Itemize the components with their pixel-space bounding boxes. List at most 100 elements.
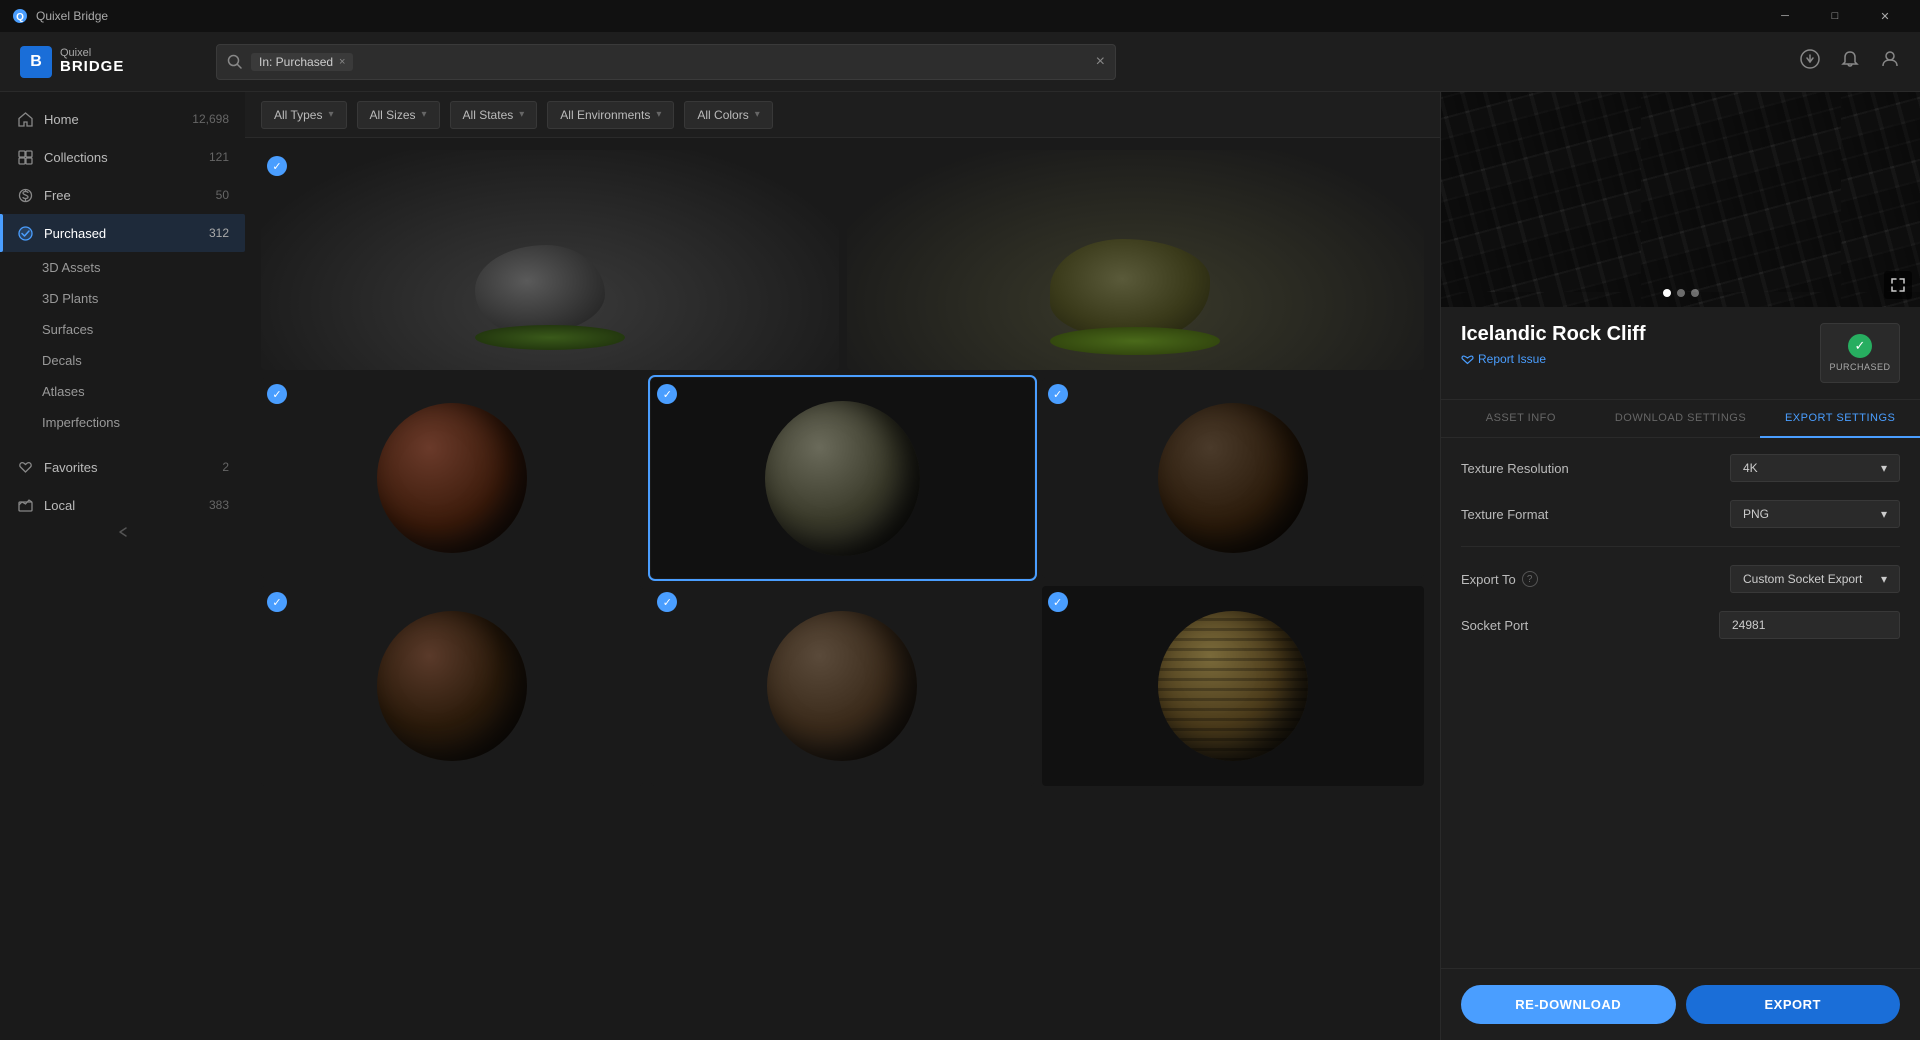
logo-bridge: BRIDGE [60, 59, 124, 76]
texture-format-select[interactable]: PNG ▾ [1730, 500, 1900, 528]
check-badge-1: ✓ [267, 156, 287, 176]
texture-resolution-select[interactable]: 4K ▾ [1730, 454, 1900, 482]
grid-item-5[interactable]: ✓ [1042, 378, 1424, 578]
user-icon[interactable] [1880, 49, 1900, 74]
grid-item-3[interactable]: ✓ [261, 378, 643, 578]
body: Home 12,698 Collections 121 [0, 92, 1920, 1040]
tab-asset-info[interactable]: ASSET INFO [1441, 400, 1601, 437]
export-to-select[interactable]: Custom Socket Export ▾ [1730, 565, 1900, 593]
sidebar-sub-decals[interactable]: Decals [0, 345, 245, 376]
socket-port-input[interactable] [1719, 611, 1900, 639]
chevron-down-icon: ▾ [1881, 572, 1887, 586]
home-label: Home [44, 112, 192, 127]
grid-item-7[interactable]: ✓ [651, 586, 1033, 786]
sidebar-sub-atlases[interactable]: Atlases [0, 376, 245, 407]
asset-title-section: Icelandic Rock Cliff Report Issue [1461, 323, 1646, 366]
search-clear-button[interactable]: × [1096, 53, 1105, 71]
check-badge-6: ✓ [267, 592, 287, 612]
grid-item-4[interactable]: ✓ [651, 378, 1033, 578]
logo-text: Quixel BRIDGE [60, 47, 124, 76]
filters-bar: All Types ▾ All Sizes ▾ All States ▾ All… [245, 92, 1440, 138]
filter-colors[interactable]: All Colors ▾ [684, 101, 772, 129]
search-icon [227, 54, 243, 70]
grid-item-2[interactable] [847, 150, 1425, 370]
sidebar-sub-surfaces[interactable]: Surfaces [0, 314, 245, 345]
tab-export-settings[interactable]: EXPORT SETTINGS [1760, 400, 1920, 438]
home-icon [16, 110, 34, 128]
download-icon[interactable] [1800, 49, 1820, 74]
asset-grid: ✓ [245, 138, 1440, 1040]
collections-icon [16, 148, 34, 166]
close-button[interactable]: ✕ [1862, 0, 1908, 32]
maximize-button[interactable]: □ [1812, 0, 1858, 32]
texture-resolution-label: Texture Resolution [1461, 461, 1569, 476]
chevron-down-icon: ▾ [422, 109, 427, 120]
local-count: 383 [209, 498, 229, 512]
chevron-down-icon: ▾ [656, 109, 661, 120]
sidebar-sub-imperfections[interactable]: Imperfections [0, 407, 245, 438]
svg-text:Q: Q [16, 12, 24, 23]
filter-types[interactable]: All Types ▾ [261, 101, 347, 129]
right-panel: Icelandic Rock Cliff Report Issue ✓ PURC… [1440, 92, 1920, 1040]
favorites-count: 2 [222, 460, 229, 474]
titlebar: Q Quixel Bridge ─ □ ✕ [0, 0, 1920, 32]
minimize-button[interactable]: ─ [1762, 0, 1808, 32]
chevron-down-icon: ▾ [755, 109, 760, 120]
grid-item-1[interactable]: ✓ [261, 150, 839, 370]
home-count: 12,698 [192, 112, 229, 126]
check-badge-5: ✓ [1048, 384, 1068, 404]
chevron-down-icon: ▾ [1881, 507, 1887, 521]
purchased-label: Purchased [44, 226, 209, 241]
search-input[interactable] [361, 54, 1087, 69]
free-label: Free [44, 188, 216, 203]
grid-item-6[interactable]: ✓ [261, 586, 643, 786]
grid-item-8[interactable]: ✓ [1042, 586, 1424, 786]
action-buttons: RE-DOWNLOAD EXPORT [1441, 968, 1920, 1040]
collections-count: 121 [209, 150, 229, 164]
sidebar-sub-3d-plants[interactable]: 3D Plants [0, 283, 245, 314]
purchased-status-badge[interactable]: ✓ PURCHASED [1820, 323, 1900, 383]
grid-row-1: ✓ [261, 150, 1424, 370]
preview-dot-2[interactable] [1677, 289, 1685, 297]
chevron-down-icon: ▾ [519, 109, 524, 120]
titlebar-controls: ─ □ ✕ [1762, 0, 1908, 32]
grid-row-3: ✓ ✓ ✓ [261, 586, 1424, 786]
local-label: Local [44, 498, 209, 513]
titlebar-left: Q Quixel Bridge [12, 8, 108, 24]
filter-states[interactable]: All States ▾ [450, 101, 538, 129]
sidebar-item-purchased[interactable]: Purchased 312 [0, 214, 245, 252]
app-container: B Quixel BRIDGE In: Purchased × × [0, 32, 1920, 1040]
report-link[interactable]: Report Issue [1461, 352, 1646, 366]
sidebar-item-collections[interactable]: Collections 121 [0, 138, 245, 176]
purchased-count: 312 [209, 226, 229, 240]
filter-sizes[interactable]: All Sizes ▾ [357, 101, 440, 129]
chevron-down-icon: ▾ [1881, 461, 1887, 475]
purchased-icon [16, 224, 34, 242]
collections-label: Collections [44, 150, 209, 165]
filter-environments[interactable]: All Environments ▾ [547, 101, 674, 129]
preview-dot-1[interactable] [1663, 289, 1671, 297]
preview-dot-3[interactable] [1691, 289, 1699, 297]
help-icon[interactable]: ? [1522, 571, 1538, 587]
sidebar-collapse-button[interactable] [0, 516, 245, 548]
search-tag: In: Purchased × [251, 53, 353, 71]
bell-icon[interactable] [1840, 49, 1860, 74]
export-button[interactable]: EXPORT [1686, 985, 1901, 1024]
search-bar[interactable]: In: Purchased × × [216, 44, 1116, 80]
texture-format-row: Texture Format PNG ▾ [1461, 500, 1900, 528]
preview-dots [1663, 289, 1699, 297]
tab-download-settings[interactable]: DOWNLOAD SETTINGS [1601, 400, 1761, 437]
expand-preview-button[interactable] [1884, 271, 1912, 299]
redownload-button[interactable]: RE-DOWNLOAD [1461, 985, 1676, 1024]
main-content: All Types ▾ All Sizes ▾ All States ▾ All… [245, 92, 1440, 1040]
check-badge-3: ✓ [267, 384, 287, 404]
search-tag-close[interactable]: × [339, 56, 345, 68]
settings-area: Texture Resolution 4K ▾ Texture Format P… [1441, 438, 1920, 968]
sidebar-item-favorites[interactable]: Favorites 2 [0, 448, 245, 486]
texture-format-label: Texture Format [1461, 507, 1548, 522]
free-icon [16, 186, 34, 204]
sidebar: Home 12,698 Collections 121 [0, 92, 245, 1040]
sidebar-item-home[interactable]: Home 12,698 [0, 100, 245, 138]
sidebar-item-free[interactable]: Free 50 [0, 176, 245, 214]
sidebar-sub-3d-assets[interactable]: 3D Assets [0, 252, 245, 283]
